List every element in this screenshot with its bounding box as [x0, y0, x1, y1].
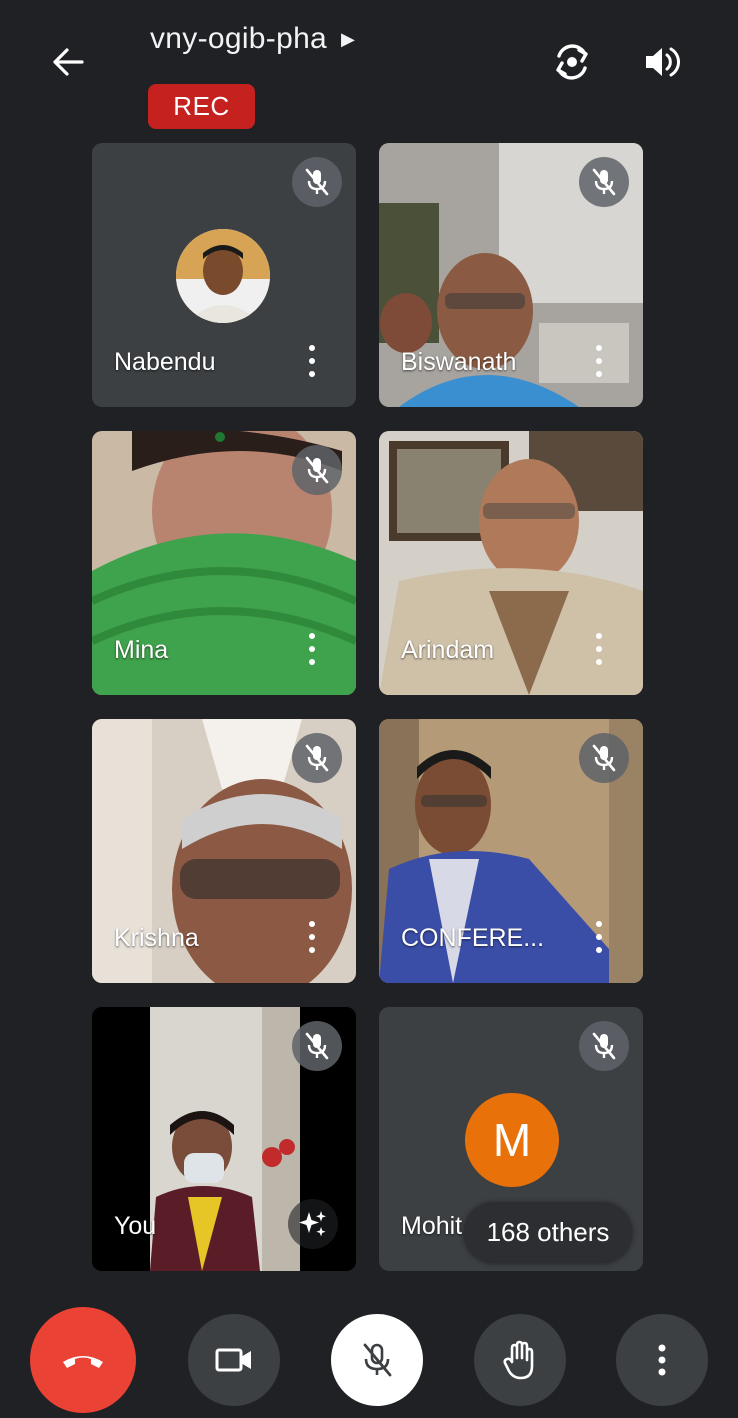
participant-name: Biswanath	[401, 348, 517, 376]
effects-button[interactable]	[288, 1199, 338, 1249]
participant-name: Krishna	[114, 924, 199, 952]
meeting-code-button[interactable]: vny-ogib-pha ▶	[150, 22, 355, 56]
self-video-tile[interactable]: You	[92, 1007, 356, 1271]
mic-off-indicator	[579, 157, 629, 207]
participant-name: Arindam	[401, 636, 495, 664]
more-vertical-icon	[596, 921, 602, 927]
mic-off-icon	[592, 168, 616, 196]
mic-off-icon	[305, 744, 329, 772]
meeting-code-text: vny-ogib-pha	[150, 22, 328, 55]
more-vertical-icon	[596, 345, 602, 351]
participant-name: CONFERE...	[401, 924, 545, 952]
participant-name: Mina	[114, 636, 169, 664]
mic-off-indicator	[292, 1021, 342, 1071]
participant-tile[interactable]: Biswanath	[379, 143, 643, 407]
more-vertical-icon	[658, 1344, 666, 1376]
participant-name: You	[114, 1212, 157, 1240]
caret-right-icon: ▶	[341, 28, 356, 49]
tile-more-button[interactable]	[589, 631, 609, 667]
recording-badge: REC	[148, 84, 255, 129]
mic-off-icon	[305, 456, 329, 484]
mic-off-indicator	[292, 733, 342, 783]
avatar	[176, 229, 270, 323]
participant-name: Mohit	[401, 1212, 463, 1240]
participant-tile[interactable]: Arindam	[379, 431, 643, 695]
participant-name: Nabendu	[114, 348, 216, 376]
tile-more-button[interactable]	[302, 631, 322, 667]
speaker-icon	[646, 47, 681, 77]
mic-off-icon	[305, 168, 329, 196]
tile-more-button[interactable]	[302, 919, 322, 955]
back-button[interactable]	[44, 40, 92, 84]
more-vertical-icon	[309, 633, 315, 639]
top-bar: vny-ogib-pha ▶ REC	[0, 0, 738, 140]
mic-off-indicator	[292, 445, 342, 495]
more-vertical-icon	[309, 921, 315, 927]
more-options-button[interactable]	[616, 1314, 708, 1406]
participant-tile[interactable]: Mina	[92, 431, 356, 695]
mic-off-indicator	[292, 157, 342, 207]
camera-switch-icon	[556, 44, 588, 80]
video-camera-icon	[215, 1348, 251, 1372]
tile-more-button[interactable]	[589, 343, 609, 379]
arrow-left-icon	[53, 48, 84, 76]
mic-off-icon	[305, 1032, 329, 1060]
raise-hand-button[interactable]	[474, 1314, 566, 1406]
sparkle-icon	[299, 1211, 326, 1237]
mic-off-indicator	[579, 733, 629, 783]
tile-more-button[interactable]	[589, 919, 609, 955]
mic-off-icon	[592, 1032, 616, 1060]
avatar: M	[465, 1093, 559, 1187]
raise-hand-icon	[503, 1340, 534, 1380]
more-vertical-icon	[309, 345, 315, 351]
others-button[interactable]: 168 others	[464, 1202, 632, 1262]
more-vertical-icon	[596, 633, 602, 639]
switch-camera-button[interactable]	[548, 38, 596, 86]
tile-more-button[interactable]	[302, 343, 322, 379]
mic-off-icon	[363, 1343, 392, 1377]
participant-tile[interactable]: Krishna	[92, 719, 356, 983]
speaker-button[interactable]	[638, 38, 686, 86]
end-call-button[interactable]	[30, 1307, 136, 1413]
participant-tile[interactable]: Nabendu	[92, 143, 356, 407]
mic-toggle-button[interactable]	[331, 1314, 423, 1406]
call-end-icon	[63, 1356, 103, 1368]
participant-tile[interactable]: CONFERE...	[379, 719, 643, 983]
mic-off-icon	[592, 744, 616, 772]
camera-toggle-button[interactable]	[188, 1314, 280, 1406]
mic-off-indicator	[579, 1021, 629, 1071]
